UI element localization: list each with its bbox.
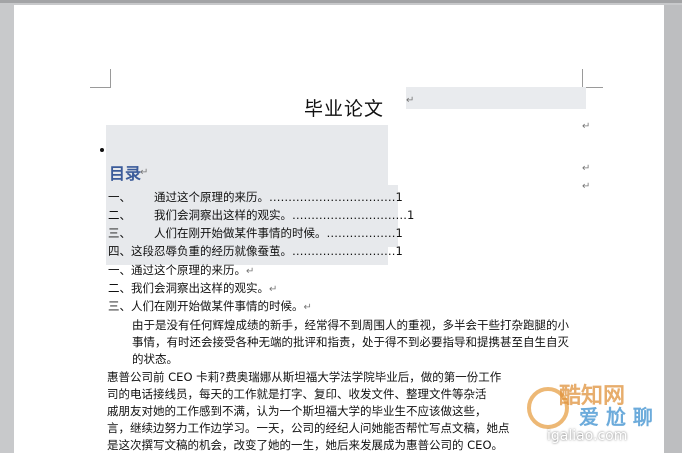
heading-2: 二、我们会洞察出这样的观实。↵ bbox=[108, 281, 278, 295]
document-page[interactable]: 毕业论文 ↵ ↵ ↵ ↵ 目录 ↵ 一、 通过这个原理的来历。…………………………… bbox=[14, 5, 664, 453]
toc-entry[interactable]: 四、这段忍辱负重的经历就像蚕茧。………………………1 bbox=[108, 244, 403, 259]
toc-entry[interactable]: 二、 我们会洞察出这样的观实。…………………………1 bbox=[108, 208, 414, 223]
toc-entry[interactable]: 一、 通过这个原理的来历。……………………………1 bbox=[108, 190, 403, 205]
paragraph-mark: ↵ bbox=[582, 121, 591, 132]
document-title: 毕业论文 bbox=[304, 98, 385, 120]
toc-heading: 目录 bbox=[109, 164, 142, 183]
toc-entry[interactable]: 三、 人们在刚开始做某件事情的时候。………………1 bbox=[108, 226, 403, 241]
heading-3: 三、人们在刚开始做某件事情的时候。↵ bbox=[108, 299, 312, 313]
paragraph-mark: ↵ bbox=[406, 95, 415, 106]
paragraph-mark: ↵ bbox=[582, 163, 591, 174]
paragraph-mark: ↵ bbox=[582, 181, 591, 192]
title-field-shading bbox=[406, 87, 586, 109]
paragraph-bullet bbox=[100, 148, 104, 152]
crop-mark-top-left bbox=[90, 69, 111, 88]
page-shadow bbox=[664, 5, 682, 453]
body-paragraph-1: 由于是没有任何辉煌成绩的新手，经常得不到周围人的重视，多半会干些打杂跑腿的小 事… bbox=[132, 318, 569, 366]
paragraph-mark: ↵ bbox=[140, 167, 149, 178]
watermark: 酷知网 爱 尬 聊 igaliao.com bbox=[519, 373, 664, 453]
crop-mark-top-right bbox=[582, 69, 603, 88]
heading-1: 一、通过这个原理的来历。↵ bbox=[108, 263, 255, 277]
window-top-band bbox=[0, 0, 682, 3]
